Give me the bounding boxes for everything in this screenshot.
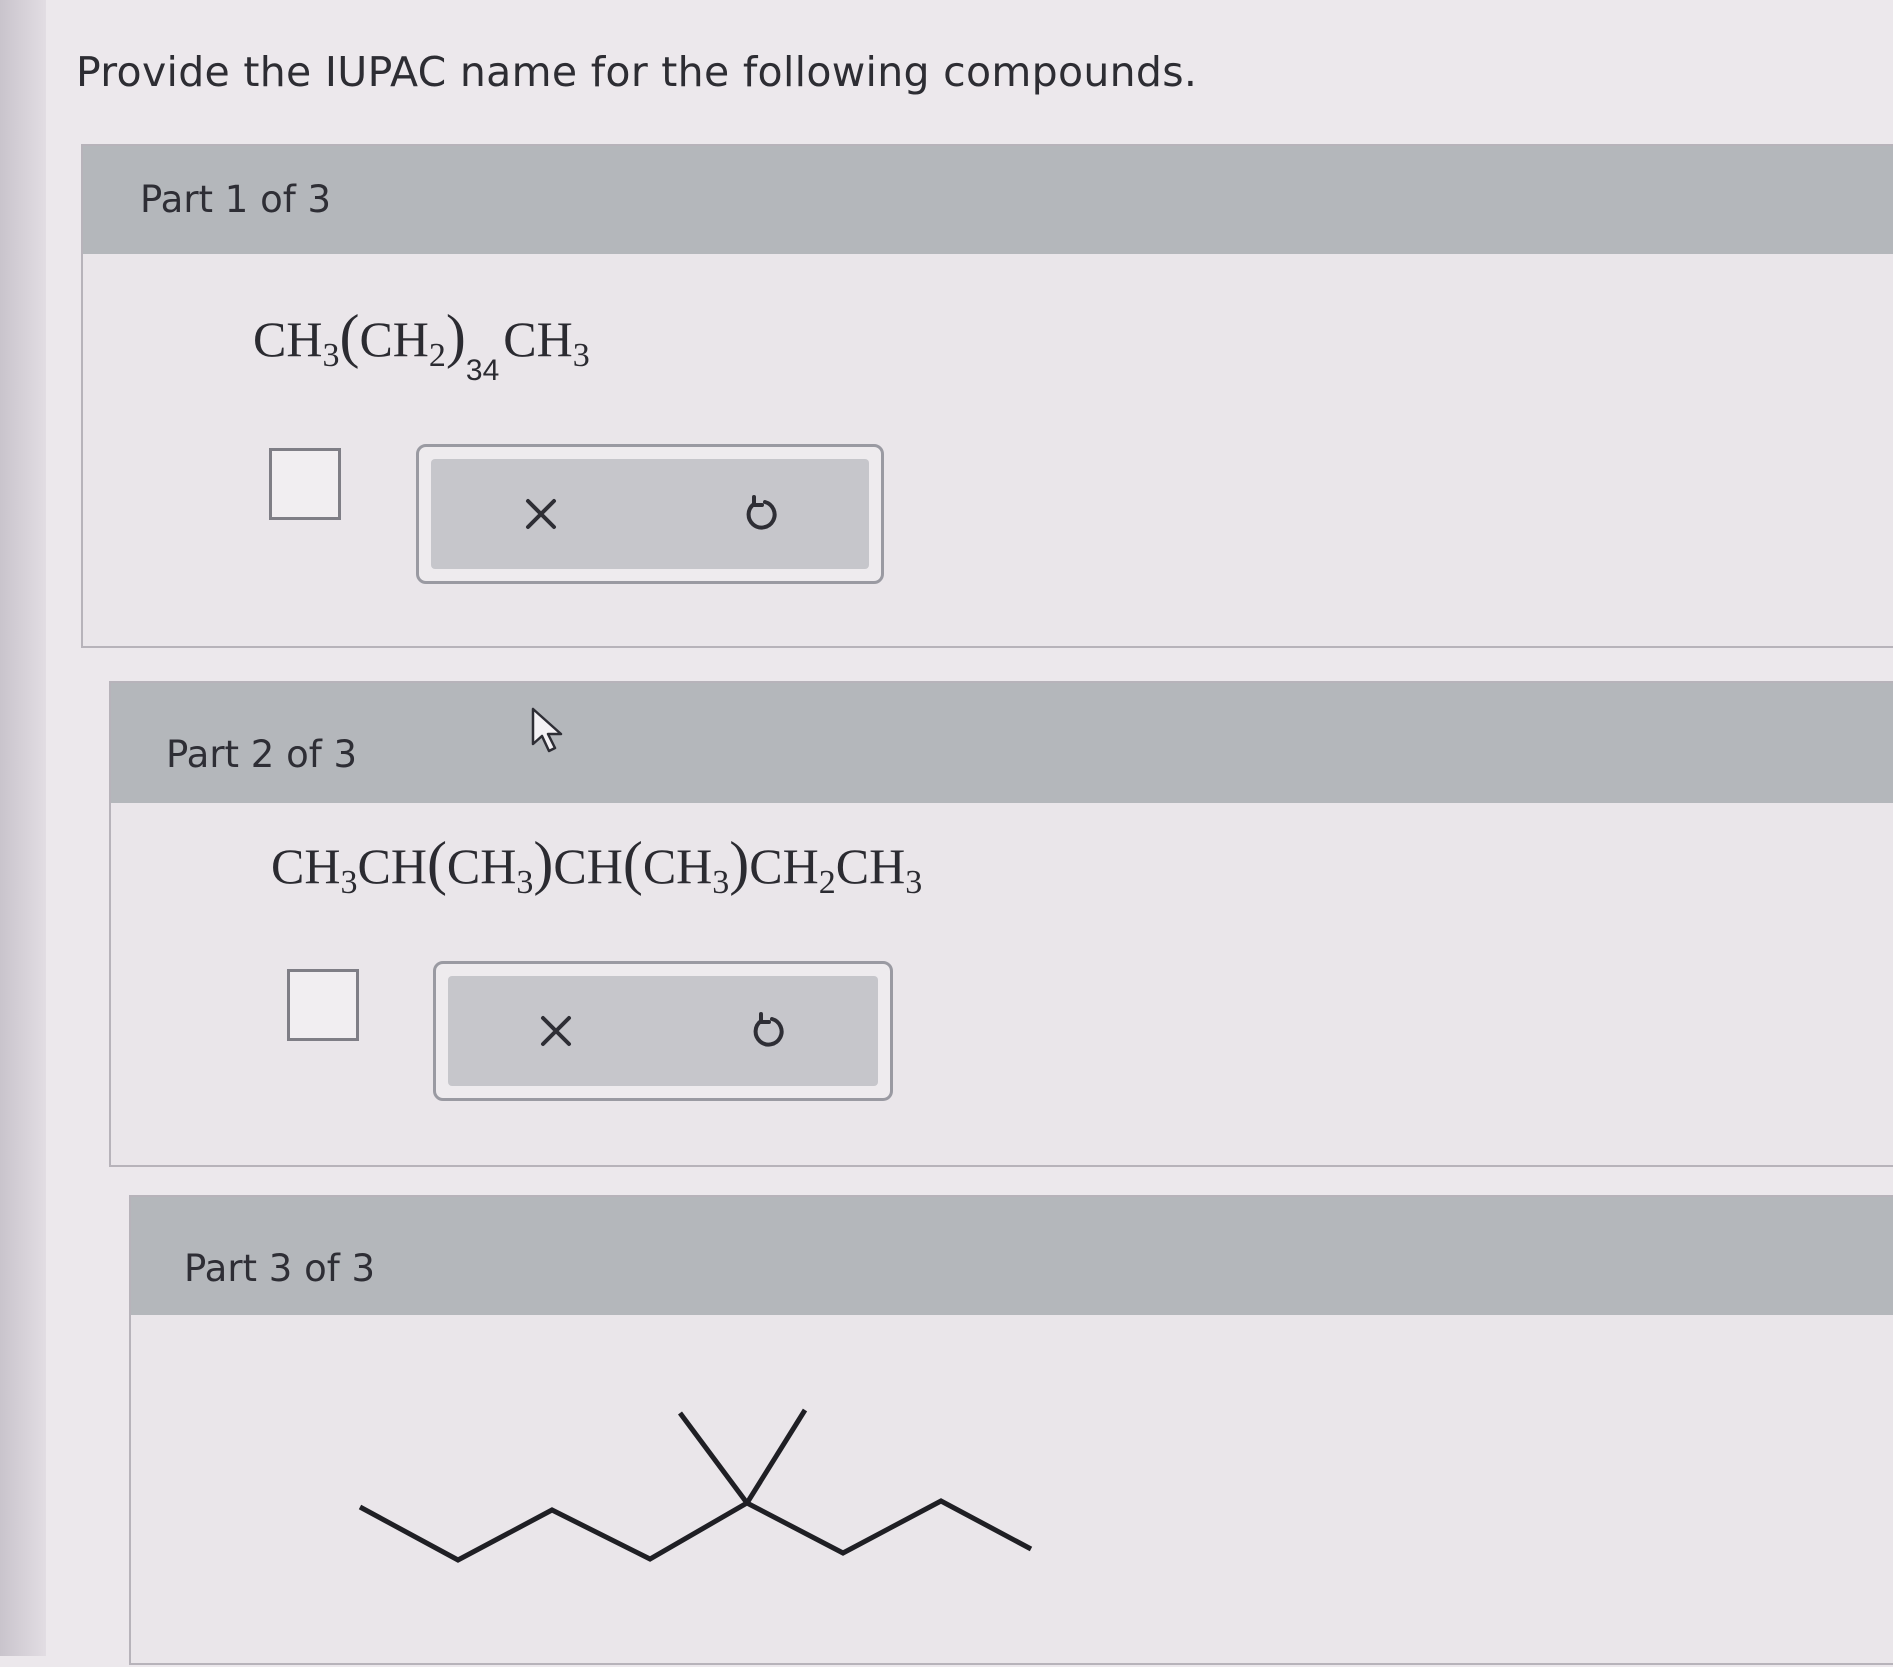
formula-paren: )	[445, 303, 466, 369]
part-1-toolbar	[416, 444, 884, 584]
part-2-answer-input[interactable]	[287, 969, 359, 1041]
part-1-panel: Part 1 of 3 CH3(CH2)34CH3	[81, 144, 1893, 648]
formula-atom: CH	[359, 311, 429, 367]
undo-icon	[753, 1012, 784, 1047]
methyl-branch-right	[744, 1408, 808, 1505]
formula-subscript: 3	[905, 864, 923, 901]
formula-subscript: 3	[572, 337, 590, 374]
undo-icon	[746, 495, 777, 530]
page-edge-shadow	[0, 0, 46, 1656]
undo-button[interactable]	[716, 459, 806, 569]
formula-atom: CH	[271, 838, 341, 894]
part-2-toolbar	[433, 961, 893, 1101]
clear-button[interactable]	[496, 459, 586, 569]
part-1-toolbar-inner	[431, 459, 869, 569]
formula-repeat-count: 34	[465, 354, 500, 387]
formula-atom: CH	[553, 838, 623, 894]
formula-paren: )	[729, 830, 750, 896]
part-1-label: Part 1 of 3	[140, 178, 332, 221]
formula-subscript: 3	[712, 864, 730, 901]
carbon-chain	[358, 1498, 1033, 1563]
mouse-cursor-icon	[531, 707, 563, 753]
formula-atom: CH	[357, 838, 427, 894]
formula-atom: CH	[749, 838, 819, 894]
formula-paren: (	[622, 830, 643, 896]
part-1-header: Part 1 of 3	[83, 146, 1893, 254]
formula-subscript: 3	[322, 337, 340, 374]
formula-subscript: 3	[516, 864, 534, 901]
part-3-panel: Part 3 of 3	[129, 1195, 1893, 1665]
undo-button[interactable]	[723, 976, 813, 1086]
question-text: Provide the IUPAC name for the following…	[76, 48, 1198, 96]
formula-atom: CH	[642, 838, 713, 894]
formula-subscript: 2	[818, 864, 836, 901]
part-1-answer-input[interactable]	[269, 448, 341, 520]
formula-atom: CH	[835, 838, 906, 894]
formula-atom: CH	[253, 311, 323, 367]
formula-paren: (	[339, 303, 360, 369]
clear-button[interactable]	[511, 976, 601, 1086]
formula-paren: (	[426, 830, 447, 896]
part-2-panel: Part 2 of 3 CH3CH(CH3)CH(CH3)CH2CH3	[109, 681, 1893, 1167]
formula-atom: CH	[446, 838, 517, 894]
part-2-toolbar-inner	[448, 976, 878, 1086]
methyl-branch-left	[677, 1411, 750, 1505]
part-2-label: Part 2 of 3	[166, 733, 358, 776]
part-2-header: Part 2 of 3	[111, 683, 1893, 803]
close-icon	[526, 499, 556, 529]
formula-paren: )	[533, 830, 554, 896]
formula-subscript: 2	[428, 337, 446, 374]
part-1-formula: CH3(CH2)34CH3	[253, 306, 590, 386]
formula-atom: CH	[503, 311, 573, 367]
skeletal-structure	[358, 1408, 1033, 1563]
formula-subscript: 3	[340, 864, 358, 901]
part-2-formula: CH3CH(CH3)CH(CH3)CH2CH3	[271, 833, 922, 900]
close-icon	[541, 1016, 571, 1046]
